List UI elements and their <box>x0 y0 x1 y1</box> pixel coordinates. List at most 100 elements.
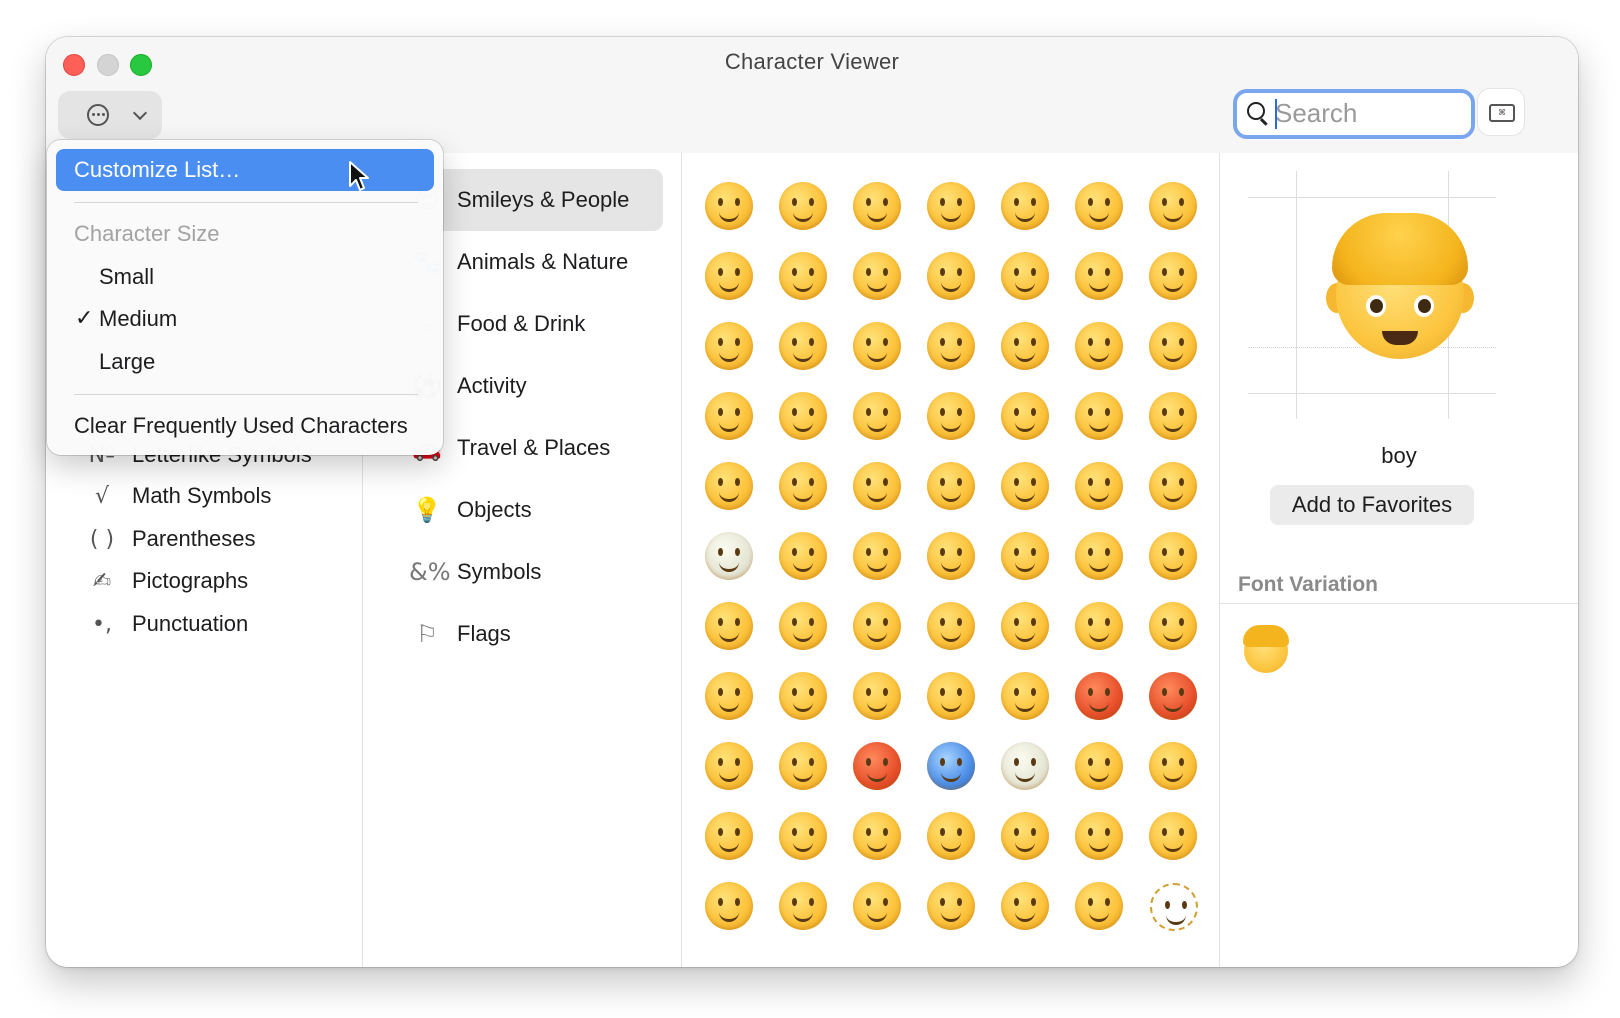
emoji-pensive[interactable] <box>1064 521 1134 591</box>
emoji-relieved[interactable] <box>842 311 912 381</box>
emoji-pleading[interactable] <box>694 661 764 731</box>
emoji-hugging[interactable] <box>916 801 986 871</box>
emoji-raised-eyebrow[interactable] <box>694 451 764 521</box>
emoji-winking[interactable] <box>768 311 838 381</box>
emoji-savoring-food[interactable] <box>842 381 912 451</box>
emoji-smirking[interactable] <box>768 521 838 591</box>
emoji-rolling-on-floor[interactable] <box>768 241 838 311</box>
emoji-sad-relieved[interactable] <box>768 801 838 871</box>
menu-item-customize-list[interactable]: Customize List… <box>74 155 240 185</box>
emoji-anxious-sweat[interactable] <box>694 801 764 871</box>
emoji-disguised[interactable] <box>990 451 1060 521</box>
emoji-tired[interactable] <box>1064 591 1134 661</box>
emoji-slightly-smiling[interactable] <box>1138 241 1208 311</box>
smiling-tear-face-icon <box>853 252 901 300</box>
emoji-fearful[interactable] <box>1138 731 1208 801</box>
emoji-upside-down[interactable] <box>694 311 764 381</box>
emoji-confounded[interactable] <box>990 591 1060 661</box>
emoji-lying[interactable] <box>990 871 1060 941</box>
emoji-squinting-tongue[interactable] <box>990 381 1060 451</box>
emoji-nerd[interactable] <box>842 451 912 521</box>
emoji-thinking[interactable] <box>990 801 1060 871</box>
emoji-beaming[interactable] <box>916 171 986 241</box>
emoji-blowing-kiss[interactable] <box>1064 311 1134 381</box>
emoji-exploding-head[interactable] <box>694 731 764 801</box>
emoji-weary[interactable] <box>1138 591 1208 661</box>
emoji-tears-of-joy[interactable] <box>694 241 764 311</box>
emoji-saluting[interactable] <box>768 871 838 941</box>
category-objects[interactable]: 💡 Objects <box>401 479 663 541</box>
emoji-slightly-frowning[interactable] <box>768 591 838 661</box>
emoji-kissing-smiling-eyes[interactable] <box>694 381 764 451</box>
emoji-hand-over-mouth[interactable] <box>1138 801 1208 871</box>
emoji-no-mouth[interactable] <box>1064 871 1134 941</box>
emoji-relaxed[interactable] <box>916 241 986 311</box>
emoji-downcast-sweat[interactable] <box>842 801 912 871</box>
emoji-head-shaking[interactable] <box>916 521 986 591</box>
emoji-unamused[interactable] <box>842 521 912 591</box>
menu-item-size-small[interactable]: Small <box>99 262 154 292</box>
emoji-pouting[interactable] <box>1064 661 1134 731</box>
emoji-grinning-sweat[interactable] <box>1138 171 1208 241</box>
emoji-screaming[interactable] <box>1064 731 1134 801</box>
emoji-smiling-eyes[interactable] <box>990 241 1060 311</box>
keyboard-viewer-button[interactable]: ⌘ <box>1478 89 1524 135</box>
emoji-halo[interactable] <box>1064 241 1134 311</box>
emoji-holding-back-tears[interactable] <box>1064 171 1134 241</box>
emoji-symbols-on-mouth[interactable] <box>1138 661 1208 731</box>
crying-face-icon <box>779 672 827 720</box>
category-label: Animals & Nature <box>457 249 629 274</box>
emoji-shushing[interactable] <box>842 871 912 941</box>
emoji-smiling-hearts[interactable] <box>990 311 1060 381</box>
emoji-confused[interactable] <box>694 591 764 661</box>
add-to-favorites-button[interactable]: Add to Favorites <box>1270 485 1474 525</box>
emoji-flushed[interactable] <box>768 731 838 801</box>
sidebar-item-math-symbols[interactable]: √ Math Symbols <box>84 476 271 516</box>
emoji-face-in-clouds[interactable] <box>694 521 764 591</box>
emoji-smiling-tear[interactable] <box>842 241 912 311</box>
sidebar-item-punctuation[interactable]: •, Punctuation <box>84 604 248 644</box>
action-menu-button[interactable] <box>58 91 162 139</box>
emoji-melting[interactable] <box>916 871 986 941</box>
parentheses-icon: ( ) <box>89 526 115 552</box>
heart-eyes-face-icon <box>927 322 975 370</box>
emoji-squinting[interactable] <box>990 171 1060 241</box>
emoji-cold[interactable] <box>916 731 986 801</box>
emoji-heart-eyes[interactable] <box>916 311 986 381</box>
emoji-dotted-line[interactable] <box>1138 871 1208 941</box>
emoji-sunglasses[interactable] <box>916 451 986 521</box>
emoji-crying[interactable] <box>768 661 838 731</box>
emoji-frowning[interactable] <box>842 591 912 661</box>
sidebar-item-pictographs[interactable]: ✍ Pictographs <box>84 561 248 601</box>
emoji-loudly-crying[interactable] <box>842 661 912 731</box>
emoji-open-eyes-hand-over-mouth[interactable] <box>694 871 764 941</box>
emoji-steam-from-nose[interactable] <box>916 661 986 731</box>
emoji-grinning-big-eyes[interactable] <box>768 171 838 241</box>
emoji-worried[interactable] <box>1138 521 1208 591</box>
emoji-disappointed[interactable] <box>990 521 1060 591</box>
sidebar-item-parentheses[interactable]: ( ) Parentheses <box>84 519 256 559</box>
emoji-grinning[interactable] <box>694 171 764 241</box>
emoji-tongue[interactable] <box>916 381 986 451</box>
emoji-partying[interactable] <box>1138 451 1208 521</box>
font-variation-boy[interactable] <box>1240 623 1296 679</box>
search-field[interactable] <box>1233 89 1475 139</box>
emoji-kissing-closed-eyes[interactable] <box>768 381 838 451</box>
emoji-persevering[interactable] <box>916 591 986 661</box>
emoji-zany[interactable] <box>1138 381 1208 451</box>
emoji-hot[interactable] <box>842 731 912 801</box>
emoji-peeking[interactable] <box>1064 801 1134 871</box>
search-input[interactable] <box>1275 95 1463 131</box>
emoji-angry[interactable] <box>990 661 1060 731</box>
emoji-kissing[interactable] <box>1138 311 1208 381</box>
category-flags[interactable]: ⚐ Flags <box>401 603 663 665</box>
emoji-star-struck[interactable] <box>1064 451 1134 521</box>
emoji-grinning-smiling-eyes[interactable] <box>842 171 912 241</box>
menu-item-size-medium[interactable]: Medium <box>99 304 177 334</box>
emoji-winking-tongue[interactable] <box>1064 381 1134 451</box>
emoji-monocle[interactable] <box>768 451 838 521</box>
menu-item-clear-frequently-used[interactable]: Clear Frequently Used Characters <box>74 411 408 441</box>
emoji-face-in-clouds[interactable] <box>990 731 1060 801</box>
menu-item-size-large[interactable]: Large <box>99 347 155 377</box>
category-symbols[interactable]: &% Symbols <box>401 541 663 603</box>
